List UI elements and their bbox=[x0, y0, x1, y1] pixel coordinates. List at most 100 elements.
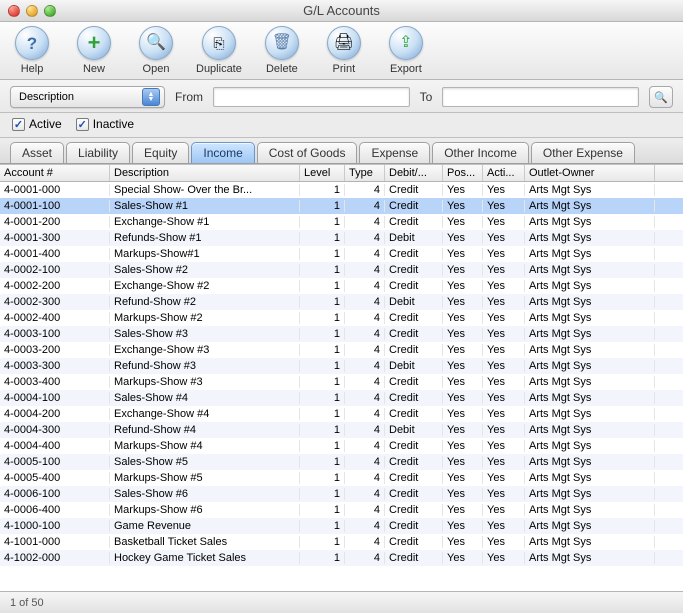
table-cell: 4 bbox=[345, 216, 385, 228]
duplicate-button[interactable]: ⎘ Duplicate bbox=[196, 26, 242, 75]
table-row[interactable]: 4-0006-400Markups-Show #614CreditYesYesA… bbox=[0, 502, 683, 518]
table-row[interactable]: 4-0003-100Sales-Show #314CreditYesYesArt… bbox=[0, 326, 683, 342]
column-header[interactable]: Outlet-Owner bbox=[525, 165, 655, 181]
table-cell: Yes bbox=[443, 456, 483, 468]
search-button[interactable]: 🔍 bbox=[649, 86, 673, 108]
column-header[interactable]: Type bbox=[345, 165, 385, 181]
inactive-checkbox[interactable]: ✓ Inactive bbox=[76, 117, 134, 131]
table-cell: 4 bbox=[345, 264, 385, 276]
table-row[interactable]: 4-1001-000Basketball Ticket Sales14Credi… bbox=[0, 534, 683, 550]
tab-equity[interactable]: Equity bbox=[132, 142, 189, 163]
delete-button[interactable]: 🗑 Delete bbox=[260, 26, 304, 75]
table-cell: Yes bbox=[483, 280, 525, 292]
export-icon: ⇪ bbox=[389, 26, 423, 60]
minimize-window-button[interactable] bbox=[26, 5, 38, 17]
open-label: Open bbox=[143, 63, 170, 75]
from-input[interactable] bbox=[213, 87, 410, 107]
table-cell: Credit bbox=[385, 200, 443, 212]
table-cell: 1 bbox=[300, 216, 345, 228]
table-row[interactable]: 4-0001-200Exchange-Show #114CreditYesYes… bbox=[0, 214, 683, 230]
active-checkbox[interactable]: ✓ Active bbox=[12, 117, 62, 131]
table-row[interactable]: 4-0003-400Markups-Show #314CreditYesYesA… bbox=[0, 374, 683, 390]
tab-income[interactable]: Income bbox=[191, 142, 254, 163]
table-cell: 4 bbox=[345, 440, 385, 452]
open-button[interactable]: 🔍 Open bbox=[134, 26, 178, 75]
table-row[interactable]: 4-0004-200Exchange-Show #414CreditYesYes… bbox=[0, 406, 683, 422]
table-row[interactable]: 4-0002-200Exchange-Show #214CreditYesYes… bbox=[0, 278, 683, 294]
table-row[interactable]: 4-1000-100Game Revenue14CreditYesYesArts… bbox=[0, 518, 683, 534]
table-cell: 4-0003-400 bbox=[0, 376, 110, 388]
print-button[interactable]: 🖨 Print bbox=[322, 26, 366, 75]
table-cell: Arts Mgt Sys bbox=[525, 504, 655, 516]
table-row[interactable]: 4-0005-100Sales-Show #514CreditYesYesArt… bbox=[0, 454, 683, 470]
table-row[interactable]: 4-0006-100Sales-Show #614CreditYesYesArt… bbox=[0, 486, 683, 502]
table-cell: Credit bbox=[385, 280, 443, 292]
table-row[interactable]: 4-0003-300Refund-Show #314DebitYesYesArt… bbox=[0, 358, 683, 374]
column-header[interactable]: Level bbox=[300, 165, 345, 181]
table-row[interactable]: 4-0002-400Markups-Show #214CreditYesYesA… bbox=[0, 310, 683, 326]
table-cell: Yes bbox=[483, 264, 525, 276]
table-row[interactable]: 4-1002-000Hockey Game Ticket Sales14Cred… bbox=[0, 550, 683, 566]
column-header[interactable]: Account # bbox=[0, 165, 110, 181]
column-header[interactable]: Pos... bbox=[443, 165, 483, 181]
tab-cost-of-goods[interactable]: Cost of Goods bbox=[257, 142, 358, 163]
tab-other-income[interactable]: Other Income bbox=[432, 142, 529, 163]
column-header[interactable]: Debit/... bbox=[385, 165, 443, 181]
print-label: Print bbox=[333, 63, 356, 75]
table-cell: 4-1002-000 bbox=[0, 552, 110, 564]
table-row[interactable]: 4-0002-300Refund-Show #214DebitYesYesArt… bbox=[0, 294, 683, 310]
filter-field-select[interactable]: Description ▲▼ bbox=[10, 86, 165, 108]
close-window-button[interactable] bbox=[8, 5, 20, 17]
table-cell: 4-0005-400 bbox=[0, 472, 110, 484]
table-row[interactable]: 4-0002-100Sales-Show #214CreditYesYesArt… bbox=[0, 262, 683, 278]
table-cell: Sales-Show #1 bbox=[110, 200, 300, 212]
new-label: New bbox=[83, 63, 105, 75]
table-cell: 1 bbox=[300, 296, 345, 308]
printer-icon: 🖨 bbox=[327, 26, 361, 60]
table-cell: 4-0001-400 bbox=[0, 248, 110, 260]
table-cell: Special Show- Over the Br... bbox=[110, 184, 300, 196]
table-cell: 4 bbox=[345, 296, 385, 308]
table-cell: Credit bbox=[385, 392, 443, 404]
new-button[interactable]: + New bbox=[72, 26, 116, 75]
table-row[interactable]: 4-0005-400Markups-Show #514CreditYesYesA… bbox=[0, 470, 683, 486]
table-cell: Yes bbox=[443, 552, 483, 564]
table-cell: Yes bbox=[483, 552, 525, 564]
table-row[interactable]: 4-0004-400Markups-Show #414CreditYesYesA… bbox=[0, 438, 683, 454]
filter-bar: Description ▲▼ From To 🔍 bbox=[0, 80, 683, 113]
table-cell: 4-0003-300 bbox=[0, 360, 110, 372]
column-header[interactable]: Acti... bbox=[483, 165, 525, 181]
tab-expense[interactable]: Expense bbox=[359, 142, 430, 163]
table-cell: 4 bbox=[345, 472, 385, 484]
table-body[interactable]: 4-0001-000Special Show- Over the Br...14… bbox=[0, 182, 683, 591]
export-button[interactable]: ⇪ Export bbox=[384, 26, 428, 75]
tab-asset[interactable]: Asset bbox=[10, 142, 64, 163]
table-row[interactable]: 4-0003-200Exchange-Show #314CreditYesYes… bbox=[0, 342, 683, 358]
accounts-table: Account #DescriptionLevelTypeDebit/...Po… bbox=[0, 164, 683, 591]
table-cell: 4-0004-200 bbox=[0, 408, 110, 420]
table-cell: Markups-Show #2 bbox=[110, 312, 300, 324]
table-cell: Yes bbox=[483, 376, 525, 388]
table-row[interactable]: 4-0001-100Sales-Show #114CreditYesYesArt… bbox=[0, 198, 683, 214]
table-cell: Yes bbox=[443, 504, 483, 516]
to-label: To bbox=[420, 90, 433, 104]
tab-liability[interactable]: Liability bbox=[66, 142, 130, 163]
to-input[interactable] bbox=[442, 87, 639, 107]
table-row[interactable]: 4-0001-300Refunds-Show #114DebitYesYesAr… bbox=[0, 230, 683, 246]
help-button[interactable]: ? Help bbox=[10, 26, 54, 75]
table-row[interactable]: 4-0004-300Refund-Show #414DebitYesYesArt… bbox=[0, 422, 683, 438]
table-cell: Credit bbox=[385, 488, 443, 500]
tab-other-expense[interactable]: Other Expense bbox=[531, 142, 635, 163]
table-cell: 4-0005-100 bbox=[0, 456, 110, 468]
table-row[interactable]: 4-0004-100Sales-Show #414CreditYesYesArt… bbox=[0, 390, 683, 406]
table-cell: 4 bbox=[345, 360, 385, 372]
table-cell: Arts Mgt Sys bbox=[525, 488, 655, 500]
zoom-window-button[interactable] bbox=[44, 5, 56, 17]
column-header[interactable]: Description bbox=[110, 165, 300, 181]
table-cell: Arts Mgt Sys bbox=[525, 408, 655, 420]
table-cell: Exchange-Show #2 bbox=[110, 280, 300, 292]
table-row[interactable]: 4-0001-000Special Show- Over the Br...14… bbox=[0, 182, 683, 198]
table-cell: Yes bbox=[443, 248, 483, 260]
table-row[interactable]: 4-0001-400Markups-Show#114CreditYesYesAr… bbox=[0, 246, 683, 262]
table-cell: Credit bbox=[385, 504, 443, 516]
